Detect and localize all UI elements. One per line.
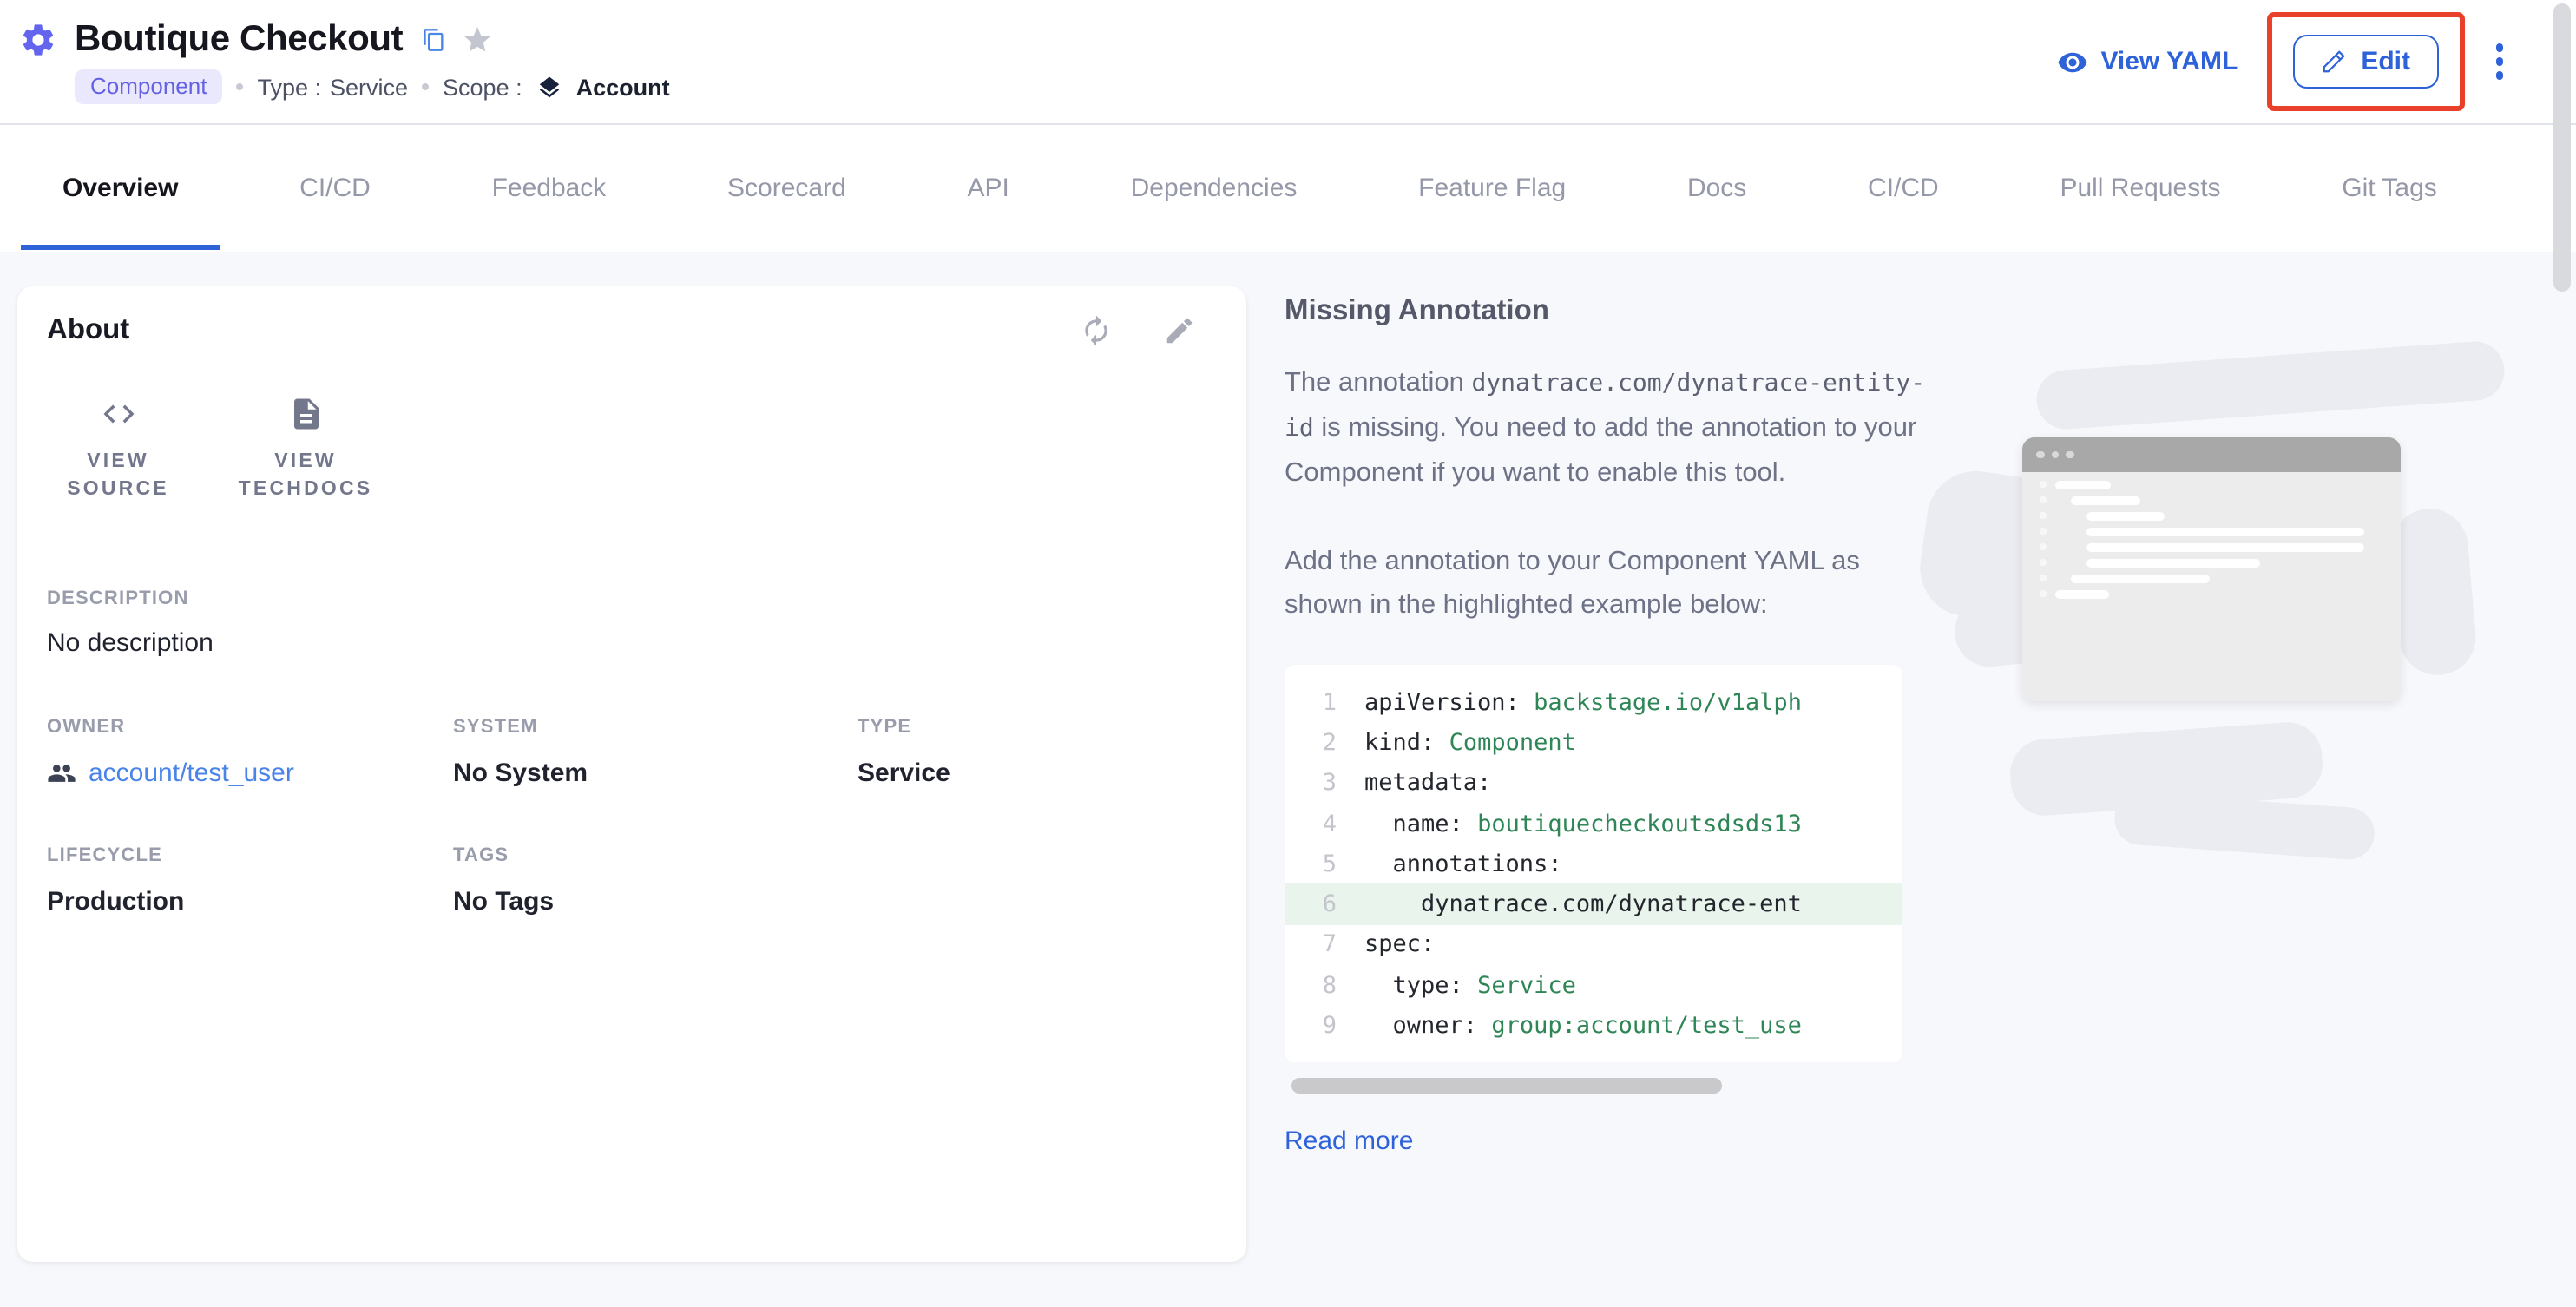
description-label: DESCRIPTION xyxy=(47,588,1205,609)
tab[interactable]: CI/CD xyxy=(1826,125,1981,252)
view-yaml-link[interactable]: View YAML xyxy=(2057,46,2238,77)
scope-label: Scope : xyxy=(443,74,522,100)
layers-scope-icon xyxy=(536,74,562,100)
code-horizontal-scrollbar[interactable] xyxy=(1291,1077,1722,1093)
red-annotation-box: Edit xyxy=(2267,12,2464,111)
tab[interactable]: Feedback xyxy=(450,125,648,252)
code-line: 5 annotations: xyxy=(1285,844,1902,884)
annotation-instruction: Add the annotation to your Component YAM… xyxy=(1285,540,1941,627)
separator-dot xyxy=(422,83,429,90)
docs-icon xyxy=(287,396,324,432)
tab[interactable]: CI/CD xyxy=(258,125,412,252)
about-field: TAGS No Tags xyxy=(453,845,858,916)
page-header: Boutique Checkout Component Type : Servi… xyxy=(0,0,2576,125)
header-actions: View YAML Edit xyxy=(2057,12,2510,111)
settings-gear-icon xyxy=(19,21,57,59)
tab[interactable]: API xyxy=(926,125,1051,252)
edit-pencil-icon[interactable] xyxy=(1163,314,1196,347)
illustration-scribble xyxy=(2113,791,2376,862)
code-line: 2kind: Component xyxy=(1285,723,1902,764)
about-fields: OWNER account/test_user SYSTEM No System xyxy=(47,717,1205,916)
tab[interactable]: Dependencies xyxy=(1089,125,1339,252)
pencil-icon xyxy=(2321,49,2347,75)
code-line: 8 type: Service xyxy=(1285,965,1902,1006)
people-icon xyxy=(47,759,76,788)
missing-annotation-panel: Missing Annotation The annotation dynatr… xyxy=(1285,286,2569,1155)
refresh-icon[interactable] xyxy=(1080,314,1113,347)
entity-tabbar: Overview CI/CD Feedback Scorecard API De… xyxy=(0,125,2576,252)
about-field: TYPE Service xyxy=(858,717,1205,788)
view-source-link[interactable]: VIEW SOURCE xyxy=(49,396,187,503)
description-value: No description xyxy=(47,628,1205,658)
tab[interactable]: Pull Requests xyxy=(2018,125,2262,252)
about-field: SYSTEM No System xyxy=(453,717,858,788)
view-techdocs-link[interactable]: VIEW TECHDOCS xyxy=(236,396,375,503)
illustration-scribble xyxy=(2389,506,2479,679)
code-line: 1apiVersion: backstage.io/v1alph xyxy=(1285,682,1902,723)
tab[interactable]: Docs xyxy=(1646,125,1788,252)
page-title: Boutique Checkout xyxy=(75,19,403,61)
scope-value: Account xyxy=(576,74,670,100)
panel-title: Missing Annotation xyxy=(1285,295,2569,328)
page-vertical-scrollbar[interactable] xyxy=(2553,3,2571,292)
code-line: 6 dynatrace.com/dynatrace-ent xyxy=(1285,884,1902,925)
code-line: 3metadata: xyxy=(1285,763,1902,804)
tab[interactable]: Feature Flag xyxy=(1377,125,1607,252)
yaml-code-block: 1apiVersion: backstage.io/v1alph 2kind: … xyxy=(1285,665,1902,1061)
more-options-kebab-icon[interactable] xyxy=(2488,37,2510,87)
kind-badge: Component xyxy=(75,69,222,104)
favorite-star-icon[interactable] xyxy=(462,24,493,56)
tab[interactable]: Git Tags xyxy=(2300,125,2479,252)
illustration-titlebar xyxy=(2022,437,2401,472)
header-left: Boutique Checkout Component Type : Servi… xyxy=(19,19,670,104)
code-window-illustration xyxy=(1941,335,2569,960)
code-line: 4 name: boutiquecheckoutsdsds13 xyxy=(1285,804,1902,844)
illustration-scribble xyxy=(2034,339,2506,431)
about-field: OWNER account/test_user xyxy=(47,717,453,788)
copy-icon[interactable] xyxy=(422,28,446,52)
about-field: LIFECYCLE Production xyxy=(47,845,453,916)
eye-icon xyxy=(2057,46,2088,77)
code-line: 7spec: xyxy=(1285,925,1902,966)
type-meta: Type : Service xyxy=(257,74,408,100)
about-card: About VIEW SOURCE VIEW TECHDOCS DESCRIPT… xyxy=(17,286,1246,1262)
read-more-link[interactable]: Read more xyxy=(1285,1126,1413,1155)
code-line: 9 owner: group:account/test_use xyxy=(1285,1006,1902,1047)
entity-page: Boutique Checkout Component Type : Servi… xyxy=(0,0,2576,1307)
annotation-body: The annotation dynatrace.com/dynatrace-e… xyxy=(1285,361,1930,495)
edit-button[interactable]: Edit xyxy=(2293,35,2438,89)
tab[interactable]: Scorecard xyxy=(686,125,888,252)
separator-dot xyxy=(236,83,243,90)
entity-meta-row: Component Type : Service Scope : Account xyxy=(75,69,670,104)
about-title: About xyxy=(47,314,129,347)
illustration-browser-window xyxy=(2022,437,2401,701)
tab[interactable]: Overview xyxy=(21,125,220,252)
code-icon xyxy=(100,396,136,432)
content-area: About VIEW SOURCE VIEW TECHDOCS DESCRIPT… xyxy=(0,252,2576,1307)
